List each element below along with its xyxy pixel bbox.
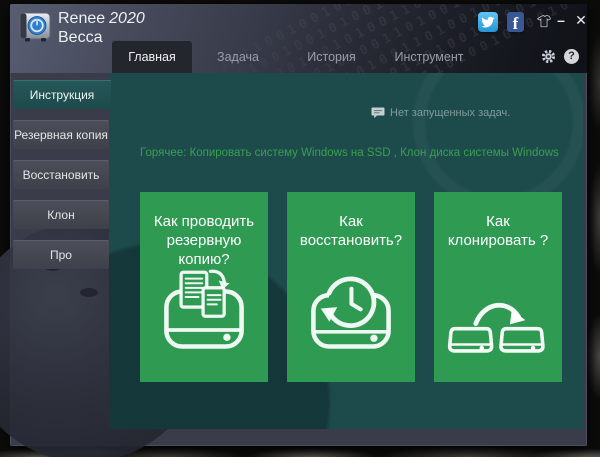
hot-links-line[interactable]: Горячее: Копировать систему Windows на S… (140, 147, 560, 159)
tab-history[interactable]: История (284, 40, 379, 73)
card-clone-guide[interactable]: Как клонировать ? (434, 192, 562, 382)
sidebar-item-instruction[interactable]: Инструкция (13, 80, 111, 109)
app-window: 100101100100101001101001010010 100101100… (10, 4, 587, 446)
facebook-button[interactable]: f (507, 12, 524, 32)
card-title: Как восстановить? (287, 212, 415, 250)
tab-tools[interactable]: Инструмент (379, 40, 479, 73)
sidebar-item-about[interactable]: Про (13, 240, 109, 269)
twitter-button[interactable] (478, 12, 498, 32)
sidebar-item-clone[interactable]: Клон (13, 200, 109, 229)
card-restore-guide[interactable]: Как восстановить? (287, 192, 415, 382)
desktop-background: 100101100100101001101001010010 100101100… (0, 0, 600, 457)
tab-bar: Главная Задача История Инструмент (112, 40, 479, 73)
header-tools: ? (541, 49, 579, 64)
close-button[interactable]: ✕ (572, 11, 587, 29)
task-status: Нет запущенных задач. (371, 107, 510, 119)
restore-clock-drive-icon (307, 264, 395, 352)
titlebar: 100101100100101001101001010010 100101100… (10, 4, 587, 73)
sidebar-item-backup[interactable]: Резервная копия (13, 120, 109, 149)
app-logo-safe-icon (18, 12, 52, 42)
clone-drives-icon (445, 296, 551, 358)
chat-bubble-icon (371, 107, 385, 119)
twitter-bird-icon (481, 15, 495, 29)
watermark-dot (80, 288, 98, 297)
backup-drive-icon (160, 264, 248, 352)
card-title: Как проводить резервную копию? (140, 212, 268, 269)
help-button[interactable]: ? (564, 49, 579, 64)
sidebar-item-restore[interactable]: Восстановить (13, 160, 109, 189)
card-backup-guide[interactable]: Как проводить резервную копию? (140, 192, 268, 382)
skin-tshirt-icon[interactable] (537, 15, 551, 28)
app-year: 2020 (109, 10, 145, 27)
tab-task[interactable]: Задача (192, 40, 284, 73)
card-title: Как клонировать ? (434, 212, 562, 250)
tab-main[interactable]: Главная (112, 40, 192, 73)
main-content-panel: Нет запущенных задач. Горячее: Копироват… (109, 73, 583, 429)
minimize-button[interactable]: – (552, 11, 570, 29)
status-text: Нет запущенных задач. (390, 107, 510, 119)
social-buttons: f (478, 12, 524, 32)
sidebar: Инструкция Резервная копия Восстановить … (13, 80, 111, 280)
app-title-line1: Renee2020 (58, 9, 145, 28)
app-name: Renee (58, 10, 105, 27)
settings-gear-icon[interactable] (541, 49, 556, 64)
guide-cards: Как проводить резервную копию? (140, 192, 562, 382)
